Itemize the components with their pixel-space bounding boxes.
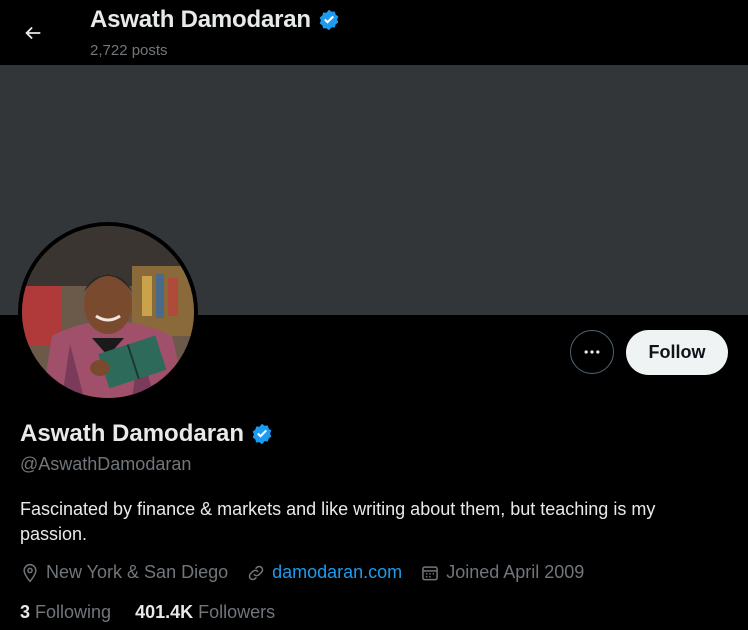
profile-name: Aswath Damodaran xyxy=(20,420,274,448)
profile-stats: 3 Following 401.4K Followers xyxy=(20,602,299,623)
profile-meta: New York & San Diego damodaran.com Joine… xyxy=(20,562,602,583)
location-pin-icon xyxy=(23,563,37,582)
followers-link[interactable]: 401.4K Followers xyxy=(135,602,275,623)
calendar-icon xyxy=(422,565,439,580)
follow-button[interactable]: Follow xyxy=(626,330,728,375)
header-title: Aswath Damodaran xyxy=(90,6,341,34)
following-link[interactable]: 3 Following xyxy=(20,602,111,623)
location-text: New York & San Diego xyxy=(46,562,229,582)
location-item: New York & San Diego xyxy=(20,562,228,583)
joined-text: Joined April 2009 xyxy=(446,562,585,582)
profile-handle: @AswathDamodaran xyxy=(20,454,192,474)
followers-label: Followers xyxy=(198,602,276,622)
avatar[interactable] xyxy=(18,222,198,402)
following-label: Following xyxy=(35,602,112,622)
joined-item: Joined April 2009 xyxy=(420,562,584,583)
profile-bio: Fascinated by finance & markets and like… xyxy=(20,499,656,544)
avatar-image xyxy=(22,226,194,398)
back-button[interactable] xyxy=(18,18,48,48)
website-link[interactable]: damodaran.com xyxy=(272,562,402,583)
followers-count: 401.4K xyxy=(135,602,194,622)
verified-badge-icon[interactable] xyxy=(250,422,274,446)
verified-badge-icon xyxy=(319,9,339,31)
more-options-button[interactable] xyxy=(570,330,614,374)
link-icon xyxy=(248,565,264,580)
website-item[interactable]: damodaran.com xyxy=(246,562,402,583)
post-count: 2,722 posts xyxy=(90,42,168,59)
more-icon xyxy=(584,350,600,354)
top-bar: Aswath Damodaran 2,722 posts xyxy=(0,0,748,65)
arrow-left-icon xyxy=(25,26,41,40)
header-name: Aswath Damodaran xyxy=(90,6,311,33)
following-count: 3 xyxy=(20,602,31,622)
display-name: Aswath Damodaran xyxy=(20,420,245,447)
